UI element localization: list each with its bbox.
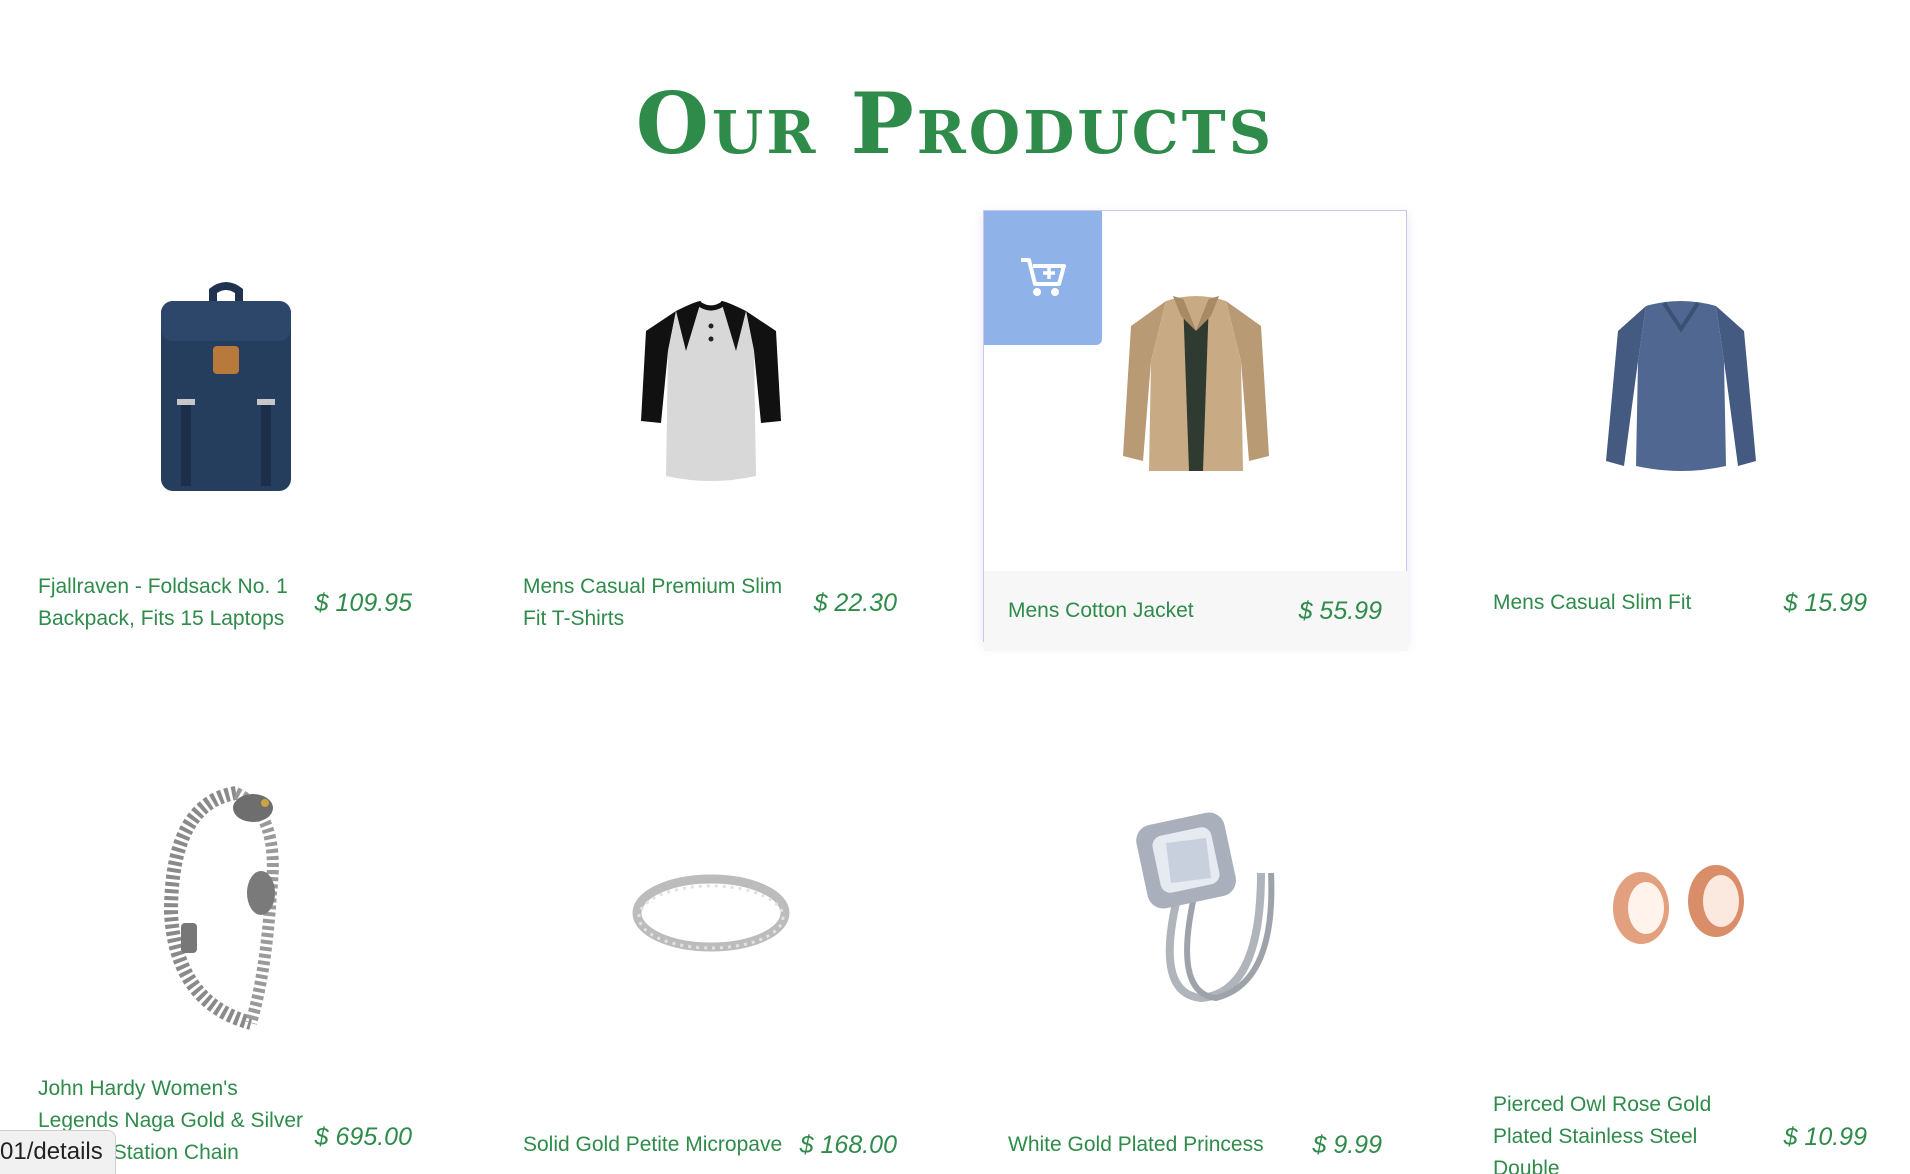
product-info: Pierced Owl Rose Gold Plated Stainless S… xyxy=(1469,1089,1893,1174)
product-grid: Fjallraven - Foldsack No. 1 Backpack, Fi… xyxy=(0,210,1910,1174)
product-info: Mens Casual Slim Fit $ 15.99 xyxy=(1469,563,1893,643)
product-image[interactable] xyxy=(499,231,923,531)
product-price: $ 15.99 xyxy=(1783,588,1867,617)
ear-tunnels-icon xyxy=(1613,865,1744,944)
product-image[interactable] xyxy=(499,753,923,1053)
product-price: $ 168.00 xyxy=(799,1130,897,1159)
product-card[interactable]: Fjallraven - Foldsack No. 1 Backpack, Fi… xyxy=(13,210,437,642)
product-price: $ 109.95 xyxy=(314,588,412,617)
product-price: $ 695.00 xyxy=(314,1122,412,1151)
product-name[interactable]: Pierced Owl Rose Gold Plated Stainless S… xyxy=(1493,1089,1763,1174)
bracelet-icon xyxy=(163,786,279,1030)
product-price: $ 10.99 xyxy=(1783,1122,1867,1151)
product-price: $ 9.99 xyxy=(1312,1130,1382,1159)
jacket-icon xyxy=(1123,296,1269,471)
product-name[interactable]: Fjallraven - Foldsack No. 1 Backpack, Fi… xyxy=(38,571,308,635)
product-info: Fjallraven - Foldsack No. 1 Backpack, Fi… xyxy=(14,563,438,643)
product-image[interactable] xyxy=(1469,231,1893,531)
product-price: $ 55.99 xyxy=(1298,596,1382,625)
product-card[interactable]: Solid Gold Petite Micropave $ 168.00 xyxy=(498,732,922,1164)
raglan-shirt-icon xyxy=(641,300,781,481)
product-card[interactable]: Mens Casual Slim Fit $ 15.99 xyxy=(1468,210,1892,642)
product-card[interactable]: Mens Casual Premium Slim Fit T-Shirts $ … xyxy=(498,210,922,642)
backpack-icon xyxy=(161,282,291,491)
product-image[interactable] xyxy=(14,231,438,531)
product-info: Mens Casual Premium Slim Fit T-Shirts $ … xyxy=(499,563,923,643)
diamond-ring-icon xyxy=(1136,812,1275,1003)
product-name[interactable]: Mens Casual Slim Fit xyxy=(1493,587,1691,619)
product-image[interactable] xyxy=(14,753,438,1053)
product-card[interactable]: John Hardy Women's Legends Naga Gold & S… xyxy=(13,732,438,1174)
long-sleeve-shirt-icon xyxy=(1606,301,1756,471)
product-price: $ 22.30 xyxy=(813,588,897,617)
product-name[interactable]: White Gold Plated Princess xyxy=(1008,1129,1264,1161)
product-card[interactable]: White Gold Plated Princess $ 9.99 xyxy=(983,732,1407,1164)
product-card[interactable]: Pierced Owl Rose Gold Plated Stainless S… xyxy=(1468,732,1893,1174)
cart-plus-icon xyxy=(1021,258,1066,296)
add-to-cart-button[interactable] xyxy=(984,211,1102,345)
status-bar-url: 01/details xyxy=(0,1130,116,1174)
product-info: Solid Gold Petite Micropave $ 168.00 xyxy=(499,1105,923,1174)
product-name[interactable]: Mens Cotton Jacket xyxy=(1008,595,1194,627)
page-title: Our Products xyxy=(635,74,1275,173)
product-info: Mens Cotton Jacket $ 55.99 xyxy=(984,571,1408,651)
product-image[interactable] xyxy=(1469,753,1893,1053)
product-name[interactable]: Mens Casual Premium Slim Fit T-Shirts xyxy=(523,571,793,635)
product-image[interactable] xyxy=(984,753,1408,1053)
product-name[interactable]: Solid Gold Petite Micropave xyxy=(523,1129,782,1161)
product-info: White Gold Plated Princess $ 9.99 xyxy=(984,1105,1408,1174)
product-card-hovered[interactable]: Mens Cotton Jacket $ 55.99 xyxy=(983,210,1408,651)
ring-band-icon xyxy=(632,874,790,952)
